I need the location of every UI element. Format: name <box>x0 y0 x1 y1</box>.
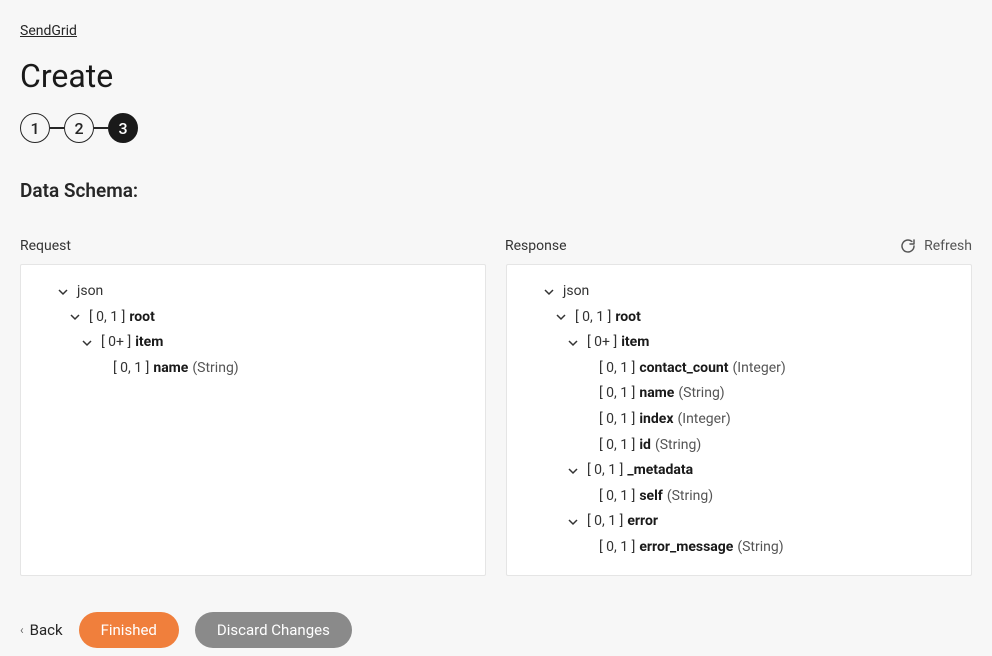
tree-row: json <box>517 279 961 305</box>
refresh-button[interactable]: Refresh <box>900 238 972 254</box>
field-name: name <box>153 359 188 379</box>
step-3[interactable]: 3 <box>108 113 138 143</box>
finished-button[interactable]: Finished <box>79 612 179 648</box>
tree-row: [ 0, 1 ] contact_count(Integer) <box>517 356 961 382</box>
tree-root-label: json <box>77 282 103 302</box>
tree-row: [ 0, 1 ] root <box>517 305 961 331</box>
field-type: (String) <box>737 538 783 558</box>
step-2[interactable]: 2 <box>64 113 94 143</box>
field-type: (String) <box>678 384 724 404</box>
page-title: Create <box>20 57 972 95</box>
discard-button[interactable]: Discard Changes <box>195 612 352 648</box>
field-cardinality: [ 0, 1 ] <box>587 512 623 532</box>
step-connector <box>50 127 64 129</box>
tree-row: [ 0, 1 ] id(String) <box>517 433 961 459</box>
field-cardinality: [ 0, 1 ] <box>89 308 125 328</box>
stepper: 1 2 3 <box>20 113 972 143</box>
refresh-icon <box>900 238 916 254</box>
field-cardinality: [ 0, 1 ] <box>599 384 635 404</box>
field-name: name <box>639 384 674 404</box>
breadcrumb-sendgrid[interactable]: SendGrid <box>20 23 77 39</box>
tree-row: [ 0, 1 ] name(String) <box>517 381 961 407</box>
chevron-down-icon[interactable] <box>565 463 581 479</box>
tree-row: [ 0+ ] item <box>517 330 961 356</box>
tree-row: [ 0, 1 ] self(String) <box>517 484 961 510</box>
field-cardinality: [ 0, 1 ] <box>113 359 149 379</box>
chevron-down-icon[interactable] <box>55 284 71 300</box>
tree-row: [ 0, 1 ] root <box>31 305 475 331</box>
response-panel: json [ 0, 1 ] root[ 0+ ] item[ 0, 1 ] co… <box>506 264 972 576</box>
tree-row: [ 0, 1 ] error_message(String) <box>517 535 961 561</box>
field-cardinality: [ 0, 1 ] <box>599 436 635 456</box>
field-cardinality: [ 0, 1 ] <box>599 487 635 507</box>
field-cardinality: [ 0+ ] <box>587 333 617 353</box>
field-type: (String) <box>667 487 713 507</box>
chevron-down-icon[interactable] <box>541 284 557 300</box>
tree-row: [ 0, 1 ] error <box>517 509 961 535</box>
response-label: Response <box>505 238 900 254</box>
tree-row: json <box>31 279 475 305</box>
back-label: Back <box>30 621 63 639</box>
field-cardinality: [ 0, 1 ] <box>587 461 623 481</box>
field-name: self <box>639 487 662 507</box>
step-1[interactable]: 1 <box>20 113 50 143</box>
field-type: (String) <box>192 359 238 379</box>
field-name: error_message <box>639 538 733 558</box>
field-cardinality: [ 0, 1 ] <box>599 359 635 379</box>
chevron-down-icon[interactable] <box>67 309 83 325</box>
field-name: item <box>621 333 649 353</box>
tree-row: [ 0+ ] item <box>31 330 475 356</box>
request-label: Request <box>20 238 505 254</box>
back-button[interactable]: ‹ Back <box>20 621 63 639</box>
field-name: root <box>129 308 154 328</box>
field-name: index <box>639 410 673 430</box>
field-cardinality: [ 0, 1 ] <box>599 538 635 558</box>
chevron-left-icon: ‹ <box>20 623 24 637</box>
tree-row: [ 0, 1 ] index(Integer) <box>517 407 961 433</box>
section-title: Data Schema: <box>20 179 972 202</box>
field-name: contact_count <box>639 359 728 379</box>
field-name: error <box>627 512 658 532</box>
field-name: item <box>135 333 163 353</box>
request-panel: json [ 0, 1 ] root[ 0+ ] item[ 0, 1 ] na… <box>20 264 486 576</box>
tree-root-label: json <box>563 282 589 302</box>
field-name: id <box>639 436 651 456</box>
step-connector <box>94 127 108 129</box>
field-cardinality: [ 0+ ] <box>101 333 131 353</box>
field-name: root <box>615 308 640 328</box>
chevron-down-icon[interactable] <box>79 335 95 351</box>
refresh-label: Refresh <box>924 238 972 254</box>
chevron-down-icon[interactable] <box>565 335 581 351</box>
chevron-down-icon[interactable] <box>565 514 581 530</box>
tree-row: [ 0, 1 ] name(String) <box>31 356 475 382</box>
field-type: (String) <box>655 436 701 456</box>
field-name: _metadata <box>627 461 693 481</box>
tree-row: [ 0, 1 ] _metadata <box>517 458 961 484</box>
field-cardinality: [ 0, 1 ] <box>599 410 635 430</box>
field-type: (Integer) <box>677 410 730 430</box>
field-cardinality: [ 0, 1 ] <box>575 308 611 328</box>
field-type: (Integer) <box>733 359 786 379</box>
chevron-down-icon[interactable] <box>553 309 569 325</box>
